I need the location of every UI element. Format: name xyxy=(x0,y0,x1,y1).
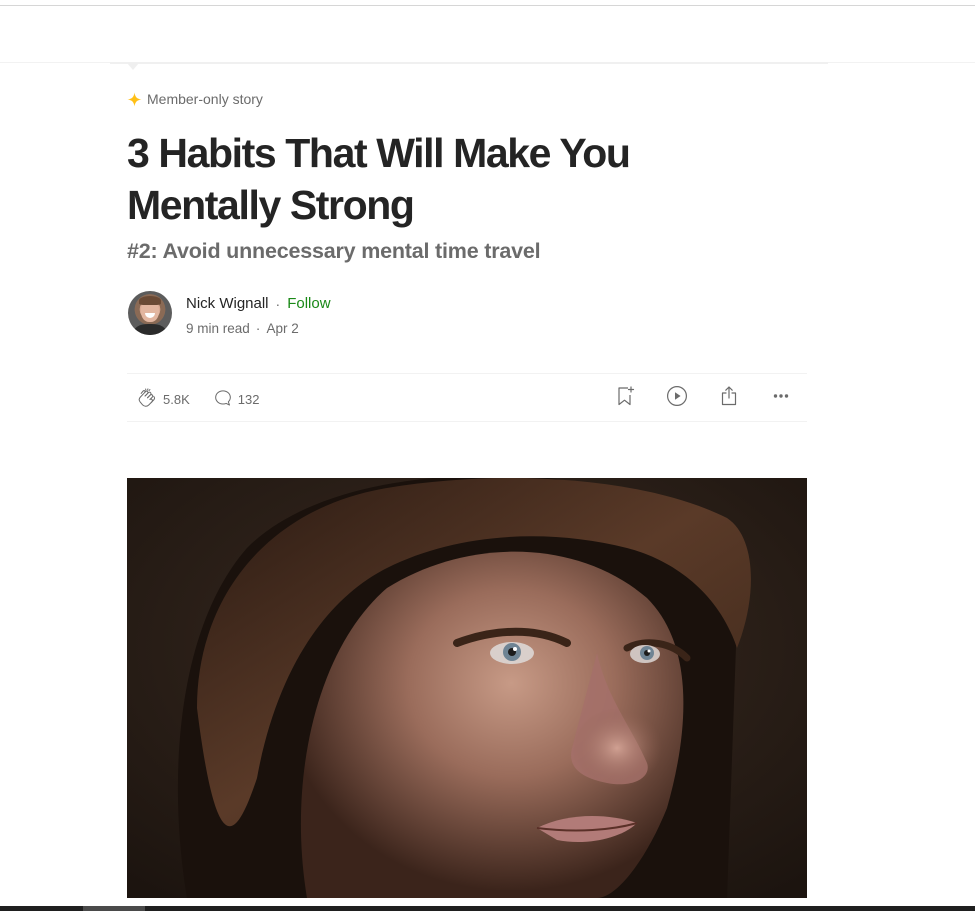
play-circle-icon xyxy=(665,384,689,413)
dropdown-caret-icon xyxy=(127,63,139,70)
header-divider-inner xyxy=(110,62,828,64)
bookmark-add-icon xyxy=(613,384,637,413)
listen-button[interactable] xyxy=(665,384,689,413)
clap-count: 5.8K xyxy=(163,392,190,407)
article-subtitle: #2: Avoid unnecessary mental time travel xyxy=(127,239,541,263)
follow-button[interactable]: Follow xyxy=(287,295,330,312)
author-info: Nick Wignall · Follow 9 min read · Apr 2 xyxy=(127,291,527,336)
comment-count: 132 xyxy=(237,392,260,407)
taskbar xyxy=(0,906,975,911)
clap-button[interactable]: 5.8K xyxy=(136,387,190,412)
publish-date: Apr 2 xyxy=(266,320,299,336)
more-options-button[interactable] xyxy=(769,386,793,410)
more-horizontal-icon xyxy=(769,384,793,413)
taskbar-active-item[interactable] xyxy=(83,906,145,911)
share-button[interactable] xyxy=(717,384,741,413)
separator-dot: · xyxy=(255,320,261,336)
author-line: Nick Wignall · Follow xyxy=(186,295,331,312)
read-time: 9 min read xyxy=(186,320,250,336)
author-name-link[interactable]: Nick Wignall xyxy=(186,295,269,312)
article-meta: 9 min read · Apr 2 xyxy=(186,320,299,336)
site-header xyxy=(0,6,975,62)
article-action-bar: 5.8K 132 xyxy=(127,373,807,422)
bookmark-button[interactable] xyxy=(613,384,637,413)
star-sparkle-icon xyxy=(127,92,142,107)
author-avatar[interactable] xyxy=(128,291,172,335)
article-title: 3 Habits That Will Make You Mentally Str… xyxy=(127,130,631,228)
member-only-label: Member-only story xyxy=(147,91,263,107)
clap-icon xyxy=(136,387,158,412)
comment-bubble-icon xyxy=(213,388,233,411)
comments-button[interactable]: 132 xyxy=(213,388,260,411)
hero-image xyxy=(127,478,807,898)
portrait-illustration xyxy=(127,478,807,898)
member-only-badge: Member-only story xyxy=(127,90,263,108)
separator-dot: · xyxy=(275,295,281,312)
share-icon xyxy=(717,384,741,413)
